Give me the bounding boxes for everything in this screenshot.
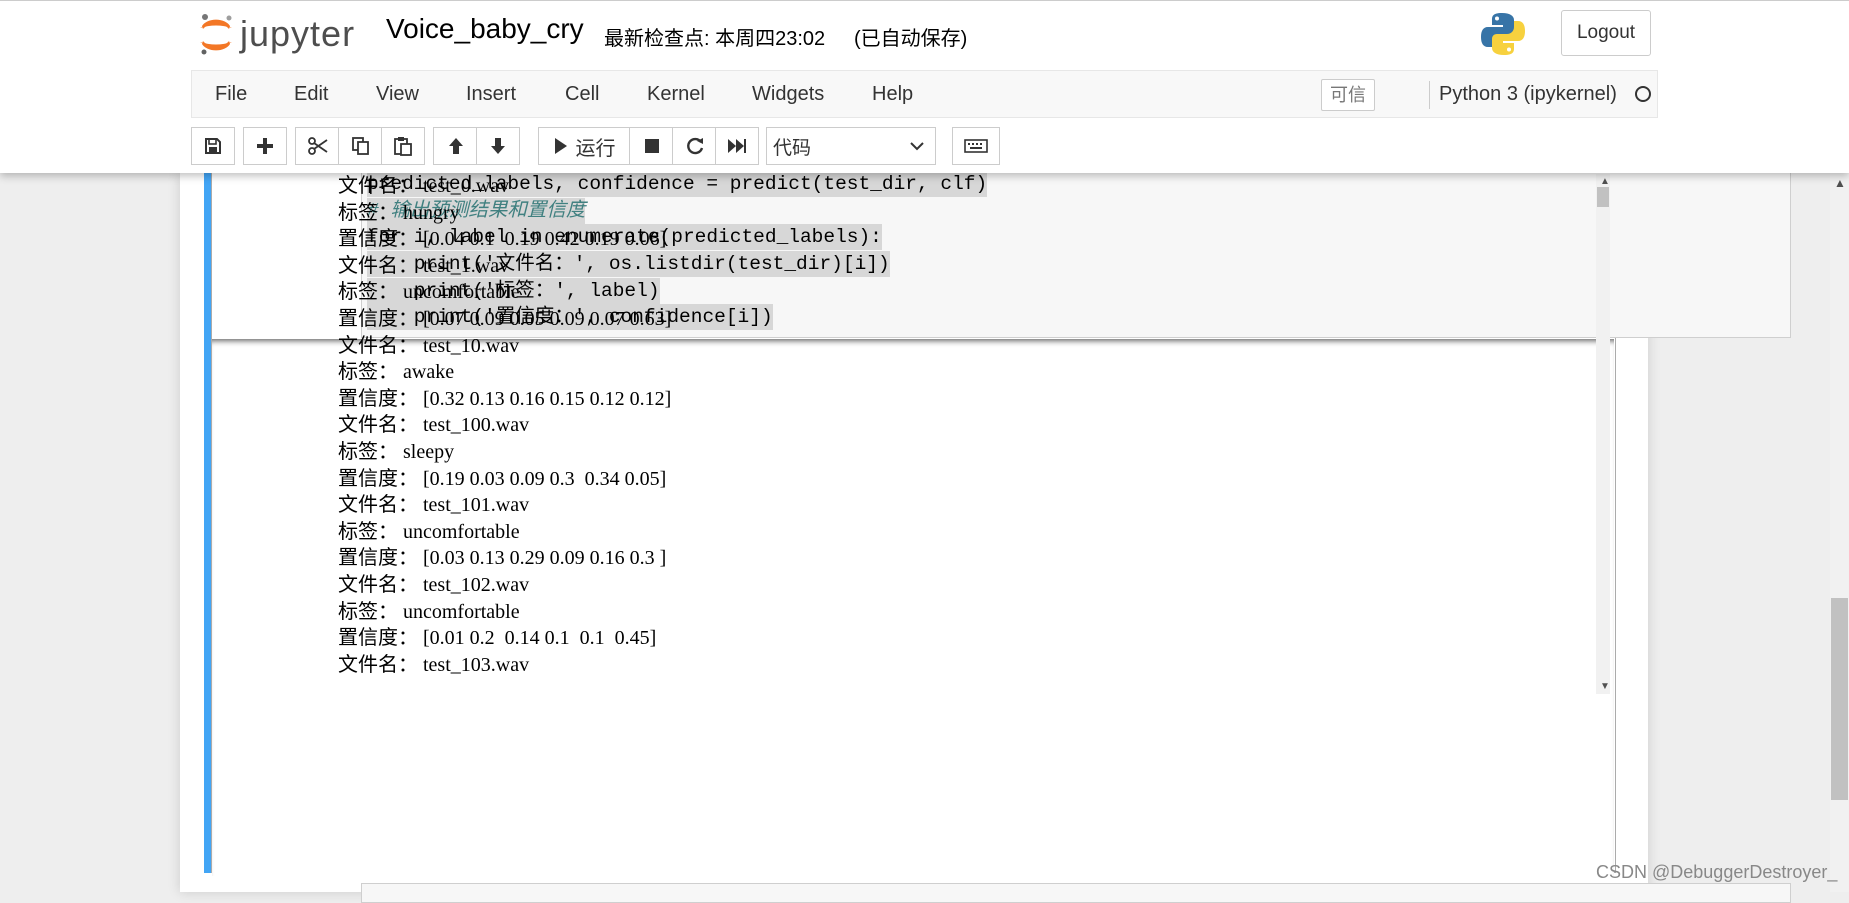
output-line: 标签： uncomfortable xyxy=(338,520,520,543)
scissors-icon xyxy=(307,137,328,155)
jupyter-logo[interactable]: jupyter xyxy=(196,9,355,59)
toolbar: 运行 代码 xyxy=(191,127,1658,167)
cell-type-value: 代码 xyxy=(773,137,812,159)
kernel-idle-indicator xyxy=(1635,86,1651,102)
menu-widgets[interactable]: Widgets xyxy=(752,83,824,106)
menu-view[interactable]: View xyxy=(376,83,419,106)
output-line: 标签： hungry xyxy=(338,201,460,224)
output-line: 置信度： [0.19 0.03 0.09 0.3 0.34 0.05] xyxy=(338,467,667,490)
restart-icon xyxy=(686,137,703,155)
move-down-button[interactable] xyxy=(476,127,520,165)
notebook-header: jupyter Voice_baby_cry 最新检查点: 本周四23:02 (… xyxy=(0,0,1849,173)
menu-insert[interactable]: Insert xyxy=(466,83,516,106)
menu-kernel[interactable]: Kernel xyxy=(647,83,705,106)
autosave-status: (已自动保存) xyxy=(854,28,968,50)
output-line: 标签： uncomfortable xyxy=(338,600,520,623)
paste-button[interactable] xyxy=(381,127,425,165)
kernel-name[interactable]: Python 3 (ipykernel) xyxy=(1439,83,1617,106)
watermark: CSDN @DebuggerDestroyer_ xyxy=(1596,862,1838,882)
checkpoint-status: 最新检查点: 本周四23:02 xyxy=(604,28,826,50)
menu-divider xyxy=(1429,81,1430,109)
output-line: 置信度： [0.03 0.13 0.29 0.09 0.16 0.3 ] xyxy=(338,547,667,570)
output-line: 文件名： test_1.wav xyxy=(338,254,510,277)
keyboard-icon xyxy=(964,139,988,153)
top-bar: jupyter Voice_baby_cry 最新检查点: 本周四23:02 (… xyxy=(0,0,1849,71)
page-scrollbar-thumb[interactable] xyxy=(1831,598,1848,800)
output-line: 置信度： [0.04 0.1 0.19 0.42 0.19 0.06] xyxy=(338,228,667,251)
output-line: 置信度： [0.07 0.09 0.05 0.09 0.07 0.63] xyxy=(338,307,672,330)
logo-text: jupyter xyxy=(240,13,356,54)
output-line: 文件名： test_101.wav xyxy=(338,494,530,517)
scroll-down-arrow-icon[interactable]: ▼ xyxy=(1600,681,1610,692)
output-line: 标签： sleepy xyxy=(338,440,455,463)
menu-bar: File Edit View Insert Cell Kernel Widget… xyxy=(191,70,1658,118)
stop-icon xyxy=(644,139,659,153)
page-scroll-up-icon[interactable]: ▲ xyxy=(1834,176,1846,190)
cell-type-select[interactable]: 代码 xyxy=(766,127,936,165)
paste-icon xyxy=(394,137,412,156)
restart-button[interactable] xyxy=(672,127,716,165)
restart-run-all-button[interactable] xyxy=(715,127,759,165)
run-label: 运行 xyxy=(575,137,616,160)
command-palette-button[interactable] xyxy=(952,127,1000,165)
logout-button[interactable]: Logout xyxy=(1561,10,1651,56)
fast-forward-icon xyxy=(728,139,746,153)
arrow-down-icon xyxy=(491,138,505,154)
chevron-down-icon xyxy=(910,142,924,151)
menu-file[interactable]: File xyxy=(215,83,247,106)
trusted-badge[interactable]: 可信 xyxy=(1321,79,1375,111)
output-line: 文件名： test_102.wav xyxy=(338,573,530,596)
output-text: 文件名： test_0.wav 标签： hungry 置信度： [0.04 0.… xyxy=(338,173,671,678)
cut-button[interactable] xyxy=(295,127,339,165)
plus-icon xyxy=(257,138,273,154)
menu-help[interactable]: Help xyxy=(872,83,913,106)
move-up-button[interactable] xyxy=(433,127,477,165)
copy-button[interactable] xyxy=(338,127,382,165)
save-icon xyxy=(205,138,221,154)
save-button[interactable] xyxy=(191,127,235,165)
play-icon xyxy=(554,138,567,154)
next-cell[interactable] xyxy=(361,883,1791,903)
notebook-name[interactable]: Voice_baby_cry xyxy=(386,13,584,45)
menu-edit[interactable]: Edit xyxy=(294,83,328,106)
run-button[interactable]: 运行 xyxy=(538,127,630,165)
output-line: 置信度： [0.32 0.13 0.16 0.15 0.12 0.12] xyxy=(338,387,672,410)
output-line: 文件名： test_100.wav xyxy=(338,414,530,437)
interrupt-button[interactable] xyxy=(629,127,673,165)
python-logo-icon xyxy=(1480,11,1526,62)
copy-icon xyxy=(351,137,369,155)
output-line: 文件名： test_10.wav xyxy=(338,334,520,357)
insert-cell-button[interactable] xyxy=(243,127,287,165)
jupyter-logo-icon xyxy=(200,14,232,55)
output-line: 置信度： [0.01 0.2 0.14 0.1 0.1 0.45] xyxy=(338,627,657,650)
menu-cell[interactable]: Cell xyxy=(565,83,599,106)
output-line: 文件名： test_0.wav xyxy=(338,175,510,197)
output-line: 文件名： test_103.wav xyxy=(338,653,530,676)
output-line: 标签： awake xyxy=(338,361,455,384)
arrow-up-icon xyxy=(448,138,463,154)
output-scrollbar[interactable] xyxy=(1596,174,1610,694)
selected-cell-indicator xyxy=(204,173,211,873)
output-scrollbar-thumb[interactable] xyxy=(1597,187,1609,207)
scroll-up-arrow-icon[interactable]: ▲ xyxy=(1600,176,1610,187)
output-line: 标签： uncomfortable xyxy=(338,281,520,304)
